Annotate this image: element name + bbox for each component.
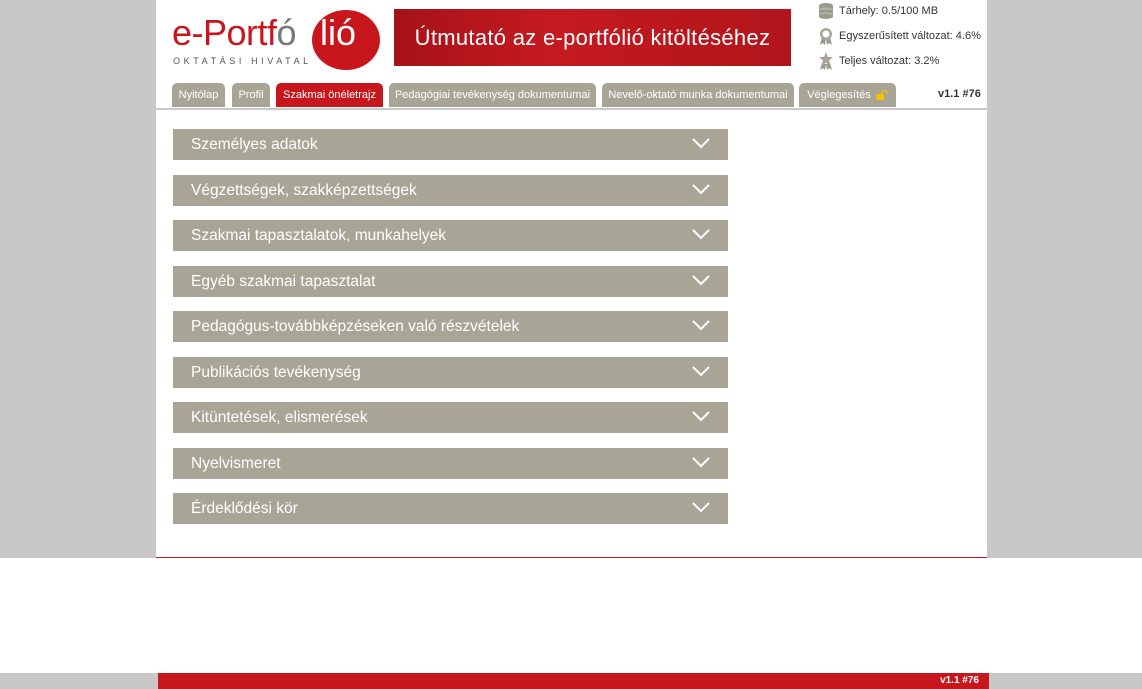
tab-pedagogiai-tevekenyseg[interactable]: Pedagógiai tevékenység dokumentumai — [389, 83, 596, 107]
chevron-down-icon — [692, 502, 710, 513]
tab-szakmai-oneletrajz[interactable]: Szakmai önéletrajz — [276, 83, 383, 107]
blank-band — [0, 558, 1142, 673]
tab-profil[interactable]: Profil — [232, 83, 270, 107]
unlock-icon — [876, 90, 888, 101]
section-label: Publikációs tevékenység — [191, 363, 361, 381]
accordion-sections: Személyes adatok Végzettségek, szakképze… — [173, 129, 728, 539]
footer: v1.1 #76 — [158, 673, 989, 689]
stat-full-text: Teljes változat: 3.2% — [839, 55, 940, 67]
section-label: Pedagógus-továbbképzéseken való részvéte… — [191, 318, 520, 335]
section-erdeklodesi-kor[interactable]: Érdeklődési kör — [173, 493, 728, 524]
section-szemelyes-adatok[interactable]: Személyes adatok — [173, 129, 728, 160]
chevron-down-icon — [692, 320, 710, 331]
logo-wordmark-suffix: lió — [320, 12, 357, 53]
section-vegzettsegek[interactable]: Végzettségek, szakképzettségek — [173, 174, 728, 206]
tab-veglegesites[interactable]: Véglegesítés — [799, 83, 896, 107]
guide-banner[interactable]: Útmutató az e-portfólió kitöltéséhez — [394, 9, 791, 66]
section-label: Kitüntetések, elismerések — [191, 409, 368, 426]
section-szakmai-tapasztalatok[interactable]: Szakmai tapasztalatok, munkahelyek — [173, 220, 728, 251]
usage-stats: Tárhely: 0.5/100 MB Egyszerűsített válto… — [817, 2, 987, 77]
star-badge-icon — [819, 52, 833, 70]
tab-veglegesites-label: Véglegesítés — [807, 89, 871, 101]
section-label: Szakmai tapasztalatok, munkahelyek — [191, 227, 447, 244]
page-container: e-Portfó lió OKTATÁSI HIVATAL Útmutató a… — [156, 0, 987, 557]
chevron-down-icon — [692, 138, 710, 149]
stat-storage: Tárhely: 0.5/100 MB — [817, 2, 987, 27]
logo-wordmark: e-Portfó — [172, 12, 297, 53]
chevron-down-icon — [692, 183, 710, 194]
stat-storage-text: Tárhely: 0.5/100 MB — [839, 5, 939, 17]
section-label: Végzettségek, szakképzettségek — [191, 181, 417, 199]
e-portfolio-logo[interactable]: e-Portfó lió OKTATÁSI HIVATAL — [172, 10, 380, 72]
chevron-down-icon — [692, 229, 710, 240]
stat-full: Teljes változat: 3.2% — [817, 52, 987, 77]
chevron-down-icon — [692, 456, 710, 467]
header-divider — [156, 108, 987, 110]
section-egyeb-szakmai-tapasztalat[interactable]: Egyéb szakmai tapasztalat — [173, 265, 728, 297]
stat-simplified: Egyszerűsített változat: 4.6% — [817, 27, 987, 52]
chevron-down-icon — [692, 365, 710, 376]
section-kituntetesek[interactable]: Kitüntetések, elismerések — [173, 402, 728, 433]
tab-nevelo-oktato-munka[interactable]: Nevelő-oktató munka dokumentumai — [602, 83, 794, 107]
badge-icon — [820, 28, 832, 45]
chevron-down-icon — [692, 274, 710, 285]
section-label: Egyéb szakmai tapasztalat — [191, 272, 376, 290]
chevron-down-icon — [692, 411, 710, 422]
section-label: Érdeklődési kör — [191, 500, 298, 517]
section-nyelvismeret[interactable]: Nyelvismeret — [173, 447, 728, 479]
section-label: Személyes adatok — [191, 136, 318, 153]
database-icon — [819, 3, 833, 19]
section-label: Nyelvismeret — [191, 454, 281, 472]
version-label: v1.1 #76 — [938, 88, 981, 100]
header: e-Portfó lió OKTATÁSI HIVATAL Útmutató a… — [156, 0, 987, 110]
section-publikacios-tevekenyseg[interactable]: Publikációs tevékenység — [173, 356, 728, 388]
footer-version: v1.1 #76 — [940, 675, 979, 686]
stat-simplified-text: Egyszerűsített változat: 4.6% — [839, 30, 981, 42]
logo-subtitle: OKTATÁSI HIVATAL — [173, 56, 312, 66]
section-tovabbkepzesek[interactable]: Pedagógus-továbbképzéseken való részvéte… — [173, 311, 728, 342]
tab-nyitolap[interactable]: Nyitólap — [172, 83, 225, 107]
